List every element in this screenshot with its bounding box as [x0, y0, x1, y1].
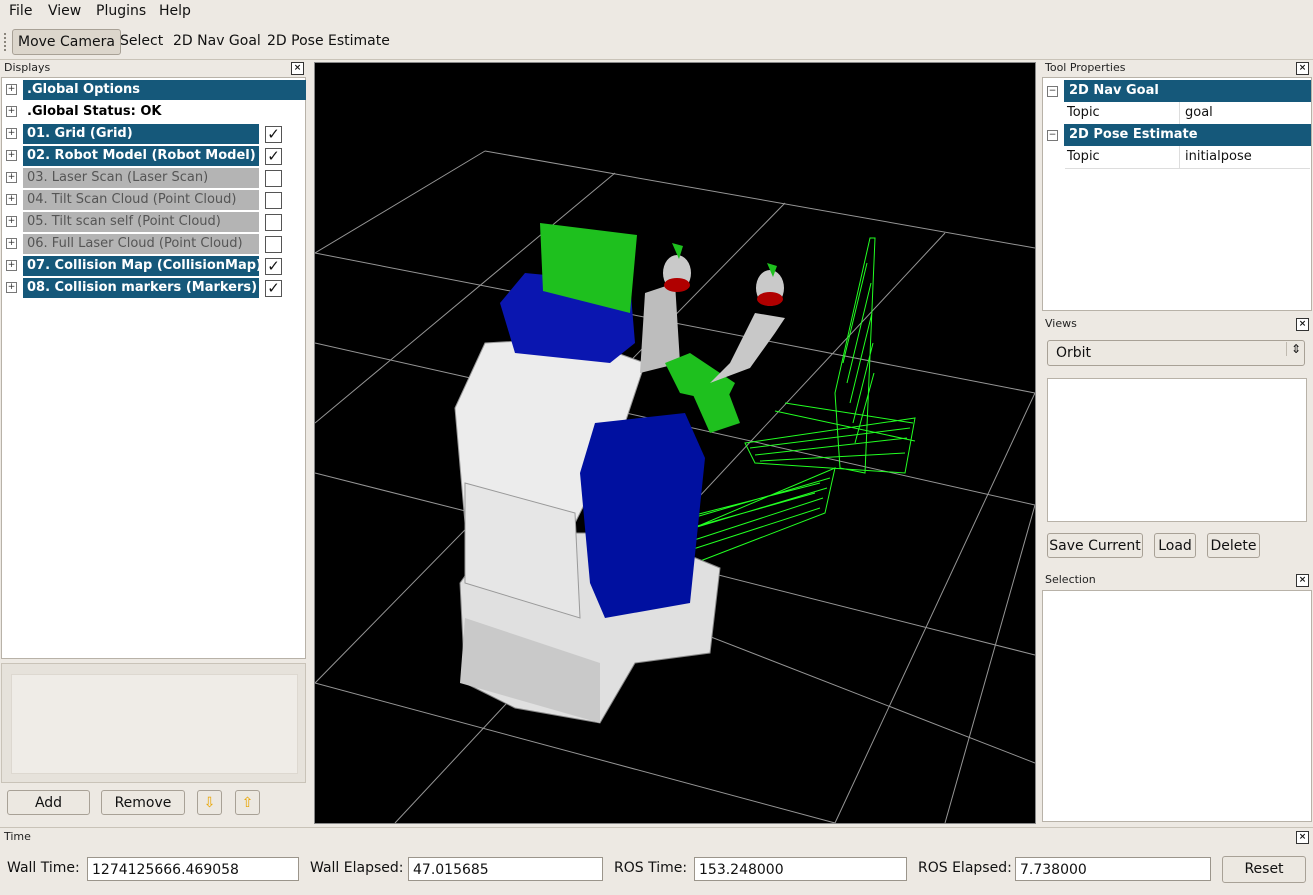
checked-checkbox[interactable]: ✓	[265, 280, 282, 297]
checked-checkbox[interactable]: ✓	[265, 148, 282, 165]
wall-elapsed-field[interactable]: 47.015685	[408, 857, 603, 881]
save-current-view-button[interactable]: Save Current	[1047, 533, 1143, 558]
ros-time-label: ROS Time:	[614, 860, 688, 876]
unchecked-checkbox[interactable]	[265, 192, 282, 209]
saved-views-list[interactable]	[1047, 378, 1307, 522]
expand-icon[interactable]: +	[6, 172, 17, 183]
display-label: 02. Robot Model (Robot Model)	[23, 146, 259, 166]
reset-time-button[interactable]: Reset	[1222, 856, 1306, 883]
move-down-icon[interactable]: ⇩	[197, 790, 222, 815]
unchecked-checkbox[interactable]	[265, 236, 282, 253]
expand-icon[interactable]: +	[6, 282, 17, 293]
remove-display-button[interactable]: Remove	[101, 790, 185, 815]
expand-icon[interactable]: +	[6, 128, 17, 139]
select-arrows-icon: ⇕	[1286, 342, 1301, 356]
displays-tree: + .Global Options + .Global Status: OK +01. …	[1, 77, 306, 659]
display-label: 07. Collision Map (CollisionMap)	[23, 256, 259, 276]
checked-checkbox[interactable]: ✓	[265, 126, 282, 143]
load-view-button[interactable]: Load	[1154, 533, 1196, 558]
move-camera-tool[interactable]: Move Camera	[12, 29, 121, 55]
add-display-button[interactable]: Add	[7, 790, 90, 815]
delete-view-button[interactable]: Delete	[1207, 533, 1260, 558]
unchecked-checkbox[interactable]	[265, 170, 282, 187]
toolbar-grip[interactable]	[4, 33, 8, 51]
nav-goal-header: 2D Nav Goal	[1064, 80, 1311, 102]
unchecked-checkbox[interactable]	[265, 214, 282, 231]
expand-icon[interactable]: +	[6, 194, 17, 205]
display-label: .Global Status: OK	[27, 104, 162, 119]
view-type-value: Orbit	[1056, 345, 1092, 361]
display-label: 05. Tilt scan self (Point Cloud)	[23, 212, 259, 232]
expand-icon[interactable]: +	[6, 150, 17, 161]
views-title: Views	[1045, 317, 1077, 330]
expand-icon[interactable]: +	[6, 216, 17, 227]
2d-pose-estimate-tool[interactable]: 2D Pose Estimate	[262, 29, 395, 53]
menubar: File View Plugins Help	[0, 0, 1313, 24]
pose-estimate-topic-row[interactable]: Topic initialpose	[1065, 146, 1310, 169]
select-tool[interactable]: Select	[115, 29, 168, 53]
display-label: 04. Tilt Scan Cloud (Point Cloud)	[23, 190, 259, 210]
selection-title: Selection	[1045, 573, 1096, 586]
displays-panel-title: Displays	[4, 61, 51, 74]
menu-file[interactable]: File	[9, 3, 32, 19]
pose-estimate-topic-value[interactable]: initialpose	[1179, 146, 1252, 168]
toolbar: Move Camera Select 2D Nav Goal 2D Pose E…	[0, 25, 1313, 60]
3d-scene[interactable]	[314, 63, 1036, 824]
pose-estimate-section[interactable]: − 2D Pose Estimate	[1047, 124, 1311, 146]
wall-time-label: Wall Time:	[7, 860, 80, 876]
menu-plugins[interactable]: Plugins	[96, 3, 146, 19]
nav-goal-topic-value[interactable]: goal	[1179, 102, 1213, 124]
displays-close-icon[interactable]: ×	[291, 62, 304, 75]
expand-icon[interactable]: +	[6, 260, 17, 271]
menu-view[interactable]: View	[48, 3, 81, 19]
display-label: .Global Options	[23, 80, 306, 100]
2d-nav-goal-tool[interactable]: 2D Nav Goal	[168, 29, 266, 53]
time-close-icon[interactable]: ×	[1296, 831, 1309, 844]
collapse-icon[interactable]: −	[1047, 86, 1058, 97]
checked-checkbox[interactable]: ✓	[265, 258, 282, 275]
display-label: 03. Laser Scan (Laser Scan)	[23, 168, 259, 188]
pose-estimate-topic-label: Topic	[1067, 149, 1100, 164]
display-label: 01. Grid (Grid)	[23, 124, 259, 144]
display-label: 06. Full Laser Cloud (Point Cloud)	[23, 234, 259, 254]
display-description-box	[11, 674, 298, 774]
expand-icon[interactable]: +	[6, 106, 17, 117]
nav-goal-section[interactable]: − 2D Nav Goal	[1047, 80, 1311, 102]
menu-help[interactable]: Help	[159, 3, 191, 19]
display-description-area	[1, 663, 306, 783]
wall-time-field[interactable]: 1274125666.469058	[87, 857, 299, 881]
robot-model	[454, 223, 785, 724]
expand-icon[interactable]: +	[6, 238, 17, 249]
nav-goal-topic-row[interactable]: Topic goal	[1065, 102, 1310, 125]
move-up-icon[interactable]: ⇧	[235, 790, 260, 815]
tool-properties-tree: − 2D Nav Goal Topic goal − 2D Pose Estim…	[1042, 77, 1312, 311]
wall-elapsed-label: Wall Elapsed:	[310, 860, 404, 876]
time-title: Time	[4, 830, 31, 843]
views-close-icon[interactable]: ×	[1296, 318, 1309, 331]
ros-elapsed-field[interactable]: 7.738000	[1015, 857, 1211, 881]
tool-properties-title: Tool Properties	[1045, 61, 1126, 74]
ros-time-field[interactable]: 153.248000	[694, 857, 907, 881]
tool-properties-close-icon[interactable]: ×	[1296, 62, 1309, 75]
selection-close-icon[interactable]: ×	[1296, 574, 1309, 587]
nav-goal-topic-label: Topic	[1067, 105, 1100, 120]
collapse-icon[interactable]: −	[1047, 130, 1058, 141]
expand-icon[interactable]: +	[6, 84, 17, 95]
ros-elapsed-label: ROS Elapsed:	[918, 860, 1012, 876]
pose-estimate-header: 2D Pose Estimate	[1064, 124, 1311, 146]
display-label: 08. Collision markers (Markers)	[23, 278, 259, 298]
3d-viewport[interactable]	[314, 62, 1036, 824]
selection-tree	[1042, 590, 1312, 822]
view-type-select[interactable]: Orbit ⇕	[1047, 340, 1305, 366]
